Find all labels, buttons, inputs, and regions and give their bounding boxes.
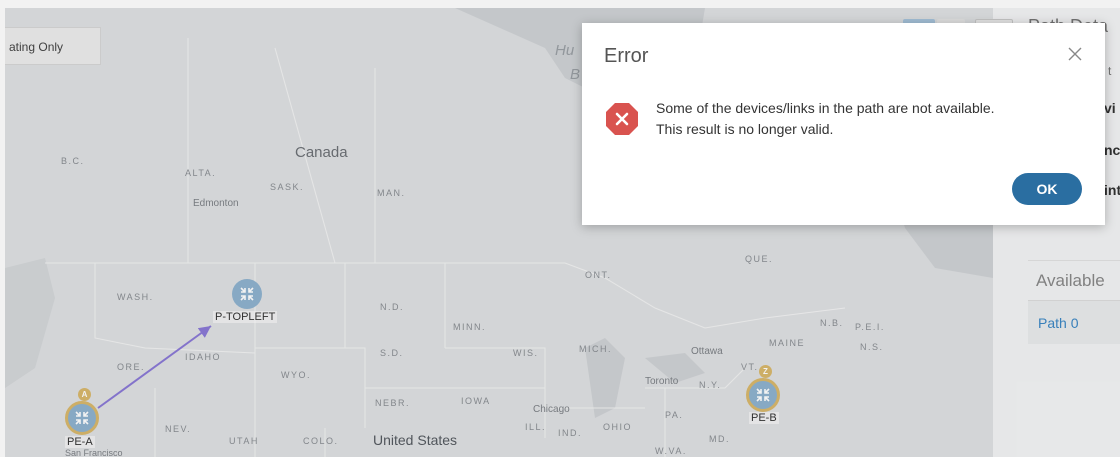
router-icon [756, 388, 770, 402]
mode-toggle[interactable]: ating Only [5, 27, 101, 65]
router-icon [240, 287, 254, 301]
close-icon[interactable] [1064, 43, 1086, 65]
available-paths-header: Available [1028, 260, 1120, 300]
router-node-pe-b[interactable] [746, 378, 780, 412]
panel-field-label: nc [1104, 142, 1120, 158]
error-message: This result is no longer valid. [656, 121, 834, 137]
endpoint-badge: A [78, 388, 91, 401]
router-node-p-topleft[interactable] [232, 279, 262, 309]
panel-field-label: int [1104, 182, 1120, 198]
node-label: PE-B [749, 412, 779, 424]
router-node-pe-a[interactable] [65, 401, 99, 435]
node-label: PE-A [65, 436, 95, 448]
dialog-title: Error [604, 45, 649, 67]
endpoint-badge: Z [759, 365, 772, 378]
error-octagon-icon [604, 101, 640, 137]
app-stage: B.C. ALTA. SASK. MAN. ONT. QUE. WASH. N.… [0, 0, 1120, 457]
panel-field-label: vi [1104, 100, 1116, 116]
error-dialog: Error Some of the devices/links in the p… [582, 23, 1105, 225]
error-message: Some of the devices/links in the path ar… [656, 100, 995, 116]
node-label: P-TOPLEFT [213, 311, 278, 323]
ok-button[interactable]: OK [1012, 173, 1082, 205]
router-icon [75, 411, 89, 425]
path-list-item[interactable]: Path 0 [1028, 300, 1120, 344]
